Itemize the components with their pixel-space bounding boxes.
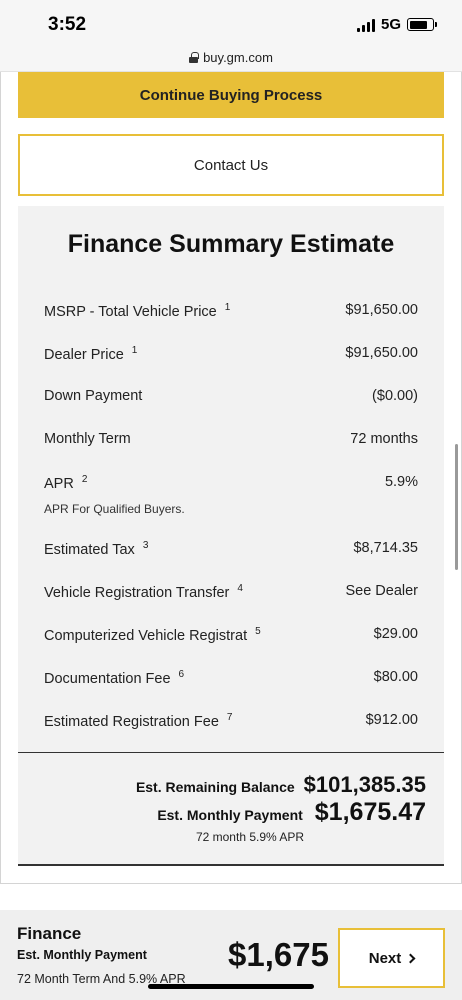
row-value: $29.00	[373, 626, 418, 642]
totals-divider	[18, 752, 444, 753]
row-label: Estimated Registration Fee 7	[44, 712, 233, 730]
continue-buying-button[interactable]: Continue Buying Process	[18, 72, 444, 118]
battery-icon	[407, 18, 437, 31]
footnote-marker[interactable]: 1	[225, 302, 231, 313]
address-bar[interactable]: buy.gm.com	[0, 44, 462, 72]
summary-row-apr: APR 2 5.9%	[44, 474, 418, 498]
row-value: ($0.00)	[372, 388, 418, 404]
footnote-marker[interactable]: 4	[237, 583, 243, 594]
chevron-right-icon	[405, 953, 416, 964]
row-value: $91,650.00	[345, 345, 418, 361]
next-button[interactable]: Next	[338, 928, 445, 988]
row-label: Computerized Vehicle Registrat 5	[44, 626, 261, 644]
remaining-balance-value: $101,385.35	[303, 772, 426, 797]
row-value: $80.00	[373, 669, 418, 685]
status-bar: 3:52 5G	[0, 0, 462, 44]
network-type: 5G	[380, 16, 401, 33]
footnote-marker[interactable]: 5	[255, 626, 261, 637]
row-value: 5.9%	[384, 474, 418, 490]
summary-row-documentation-fee: Documentation Fee 6 $80.00	[44, 669, 418, 693]
apr-note: APR For Qualified Buyers.	[44, 502, 185, 516]
summary-row-registration-fee: Estimated Registration Fee 7 $912.00	[44, 712, 418, 736]
row-label: APR 2	[44, 474, 88, 492]
summary-row-registration-transfer: Vehicle Registration Transfer 4 See Deale…	[44, 583, 418, 607]
bottom-bar-title: Finance	[17, 924, 82, 943]
summary-row-estimated-tax: Estimated Tax 3 $8,714.35	[44, 540, 418, 564]
footnote-marker[interactable]: 6	[179, 669, 185, 680]
row-label: Monthly Term	[44, 431, 131, 447]
row-value: 72 months	[350, 431, 418, 447]
next-button-label: Next	[368, 949, 402, 967]
summary-row-down-payment: Down Payment ($0.00)	[44, 388, 418, 412]
summary-bottom-divider	[18, 864, 444, 866]
bottom-bar-subtitle: Est. Monthly Payment	[17, 948, 147, 962]
row-value: See Dealer	[345, 583, 418, 599]
row-label: Estimated Tax 3	[44, 540, 149, 558]
summary-row-dealer-price: Dealer Price 1 $91,650.00	[44, 345, 418, 369]
remaining-balance-label: Est. Remaining Balance	[135, 779, 295, 795]
row-label: MSRP - Total Vehicle Price 1	[44, 302, 231, 320]
summary-title: Finance Summary Estimate	[67, 230, 395, 258]
remaining-balance: Est. Remaining Balance $101,385.35	[136, 772, 426, 798]
finance-summary-panel: Finance Summary Estimate MSRP - Total Ve…	[18, 206, 444, 866]
row-label: Vehicle Registration Transfer 4	[44, 583, 243, 601]
status-indicators: 5G	[356, 16, 437, 33]
contact-us-button[interactable]: Contact Us	[18, 134, 444, 196]
row-value: $8,714.35	[353, 540, 418, 556]
lock-icon	[189, 52, 199, 63]
footnote-marker[interactable]: 1	[132, 345, 138, 356]
scrollbar[interactable]	[455, 444, 458, 570]
battery-level	[409, 20, 428, 29]
row-label: Documentation Fee 6	[44, 669, 185, 687]
monthly-payment: Est. Monthly Payment $1,675.47	[157, 798, 426, 827]
summary-row-monthly-term: Monthly Term 72 months	[44, 431, 418, 455]
row-value: $912.00	[365, 712, 418, 728]
payment-term-note: 72 month 5.9% APR	[195, 830, 305, 844]
footnote-marker[interactable]: 7	[227, 712, 233, 723]
summary-row-computerized-registration: Computerized Vehicle Registrat 5 $29.00	[44, 626, 418, 650]
footnote-marker[interactable]: 2	[82, 474, 88, 485]
monthly-payment-value: $1,675.47	[314, 798, 426, 826]
row-label: Dealer Price 1	[44, 345, 138, 363]
signal-icon	[356, 18, 375, 32]
summary-row-msrp: MSRP - Total Vehicle Price 1 $91,650.00	[44, 302, 418, 326]
footnote-marker[interactable]: 3	[143, 540, 149, 551]
home-indicator[interactable]	[148, 984, 314, 989]
bottom-bar-amount: $1,675	[228, 936, 329, 973]
url-text: buy.gm.com	[203, 50, 273, 65]
status-time: 3:52	[48, 14, 87, 35]
row-value: $91,650.00	[345, 302, 418, 318]
row-label: Down Payment	[44, 388, 143, 404]
monthly-payment-label: Est. Monthly Payment	[157, 807, 303, 823]
